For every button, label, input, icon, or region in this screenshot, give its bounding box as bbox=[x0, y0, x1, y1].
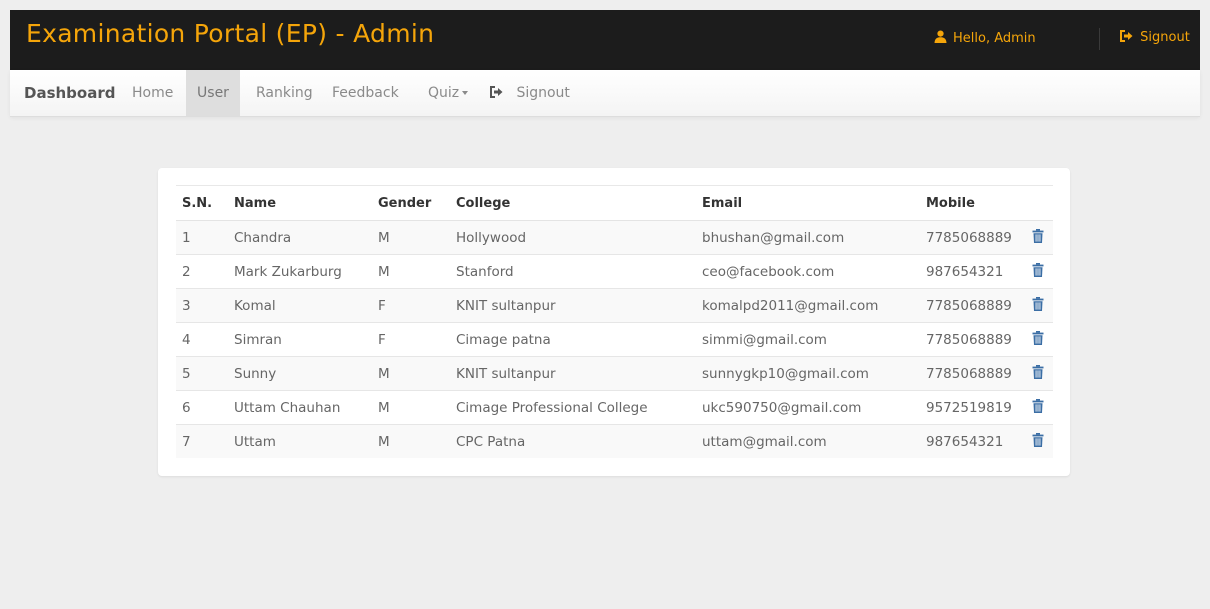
trash-icon[interactable] bbox=[1032, 229, 1044, 243]
header-divider bbox=[1099, 28, 1100, 50]
cell-college: Cimage Professional College bbox=[450, 390, 696, 425]
trash-icon[interactable] bbox=[1032, 297, 1044, 311]
cell-email: sunnygkp10@gmail.com bbox=[696, 356, 920, 391]
nav-signout[interactable]: Signout bbox=[490, 70, 570, 116]
trash-icon[interactable] bbox=[1032, 263, 1044, 277]
top-header: Examination Portal (EP) - Admin Hello, A… bbox=[10, 10, 1200, 70]
trash-icon[interactable] bbox=[1032, 433, 1044, 447]
header-signout-label: Signout bbox=[1140, 30, 1190, 45]
table-row: 2 Mark Zukarburg M Stanford ceo@facebook.com… bbox=[176, 254, 1053, 289]
cell-college: CPC Patna bbox=[450, 424, 696, 458]
table-row: 7 Uttam M CPC Patna uttam@gmail.com 987654321 bbox=[176, 424, 1053, 458]
table-row: 5 Sunny M KNIT sultanpur sunnygkp10@gmail.co… bbox=[176, 356, 1053, 391]
cell-email: uttam@gmail.com bbox=[696, 424, 920, 458]
trash-icon[interactable] bbox=[1032, 399, 1044, 413]
signout-icon bbox=[1120, 30, 1140, 45]
cell-name: Uttam Chauhan bbox=[228, 390, 372, 425]
cell-mobile: 987654321 bbox=[920, 254, 1026, 289]
header-signout-link[interactable]: Signout bbox=[1120, 30, 1190, 45]
cell-actions bbox=[1026, 254, 1053, 289]
cell-mobile: 7785068889 bbox=[920, 322, 1026, 357]
cell-name: Simran bbox=[228, 322, 372, 357]
trash-icon[interactable] bbox=[1032, 331, 1044, 345]
header-email: Email bbox=[696, 185, 920, 221]
cell-gender: F bbox=[372, 288, 450, 323]
header-name: Name bbox=[228, 185, 372, 221]
cell-name: Komal bbox=[228, 288, 372, 323]
cell-mobile: 9572519819 bbox=[920, 390, 1026, 425]
greeting-text: Hello, Admin bbox=[953, 31, 1036, 46]
cell-name: Mark Zukarburg bbox=[228, 254, 372, 289]
cell-sn: 6 bbox=[176, 390, 228, 425]
cell-email: bhushan@gmail.com bbox=[696, 220, 920, 255]
cell-email: ceo@facebook.com bbox=[696, 254, 920, 289]
header-gender: Gender bbox=[372, 185, 450, 221]
table-header-row: S.N. Name Gender College Email Mobile bbox=[176, 185, 1053, 221]
cell-sn: 2 bbox=[176, 254, 228, 289]
cell-actions bbox=[1026, 424, 1053, 458]
users-panel: S.N. Name Gender College Email Mobile 1C… bbox=[158, 168, 1070, 476]
header-sn: S.N. bbox=[176, 185, 228, 221]
cell-mobile: 7785068889 bbox=[920, 220, 1026, 255]
cell-actions bbox=[1026, 220, 1053, 255]
nav-quiz-dropdown[interactable]: Quiz bbox=[428, 70, 469, 116]
nav-dashboard[interactable]: Dashboard bbox=[24, 70, 115, 116]
cell-mobile: 987654321 bbox=[920, 424, 1026, 458]
header-college: College bbox=[450, 185, 696, 221]
cell-college: Stanford bbox=[450, 254, 696, 289]
main-navbar: Dashboard Home User Ranking Feedback Qui… bbox=[10, 70, 1200, 117]
cell-college: KNIT sultanpur bbox=[450, 356, 696, 391]
nav-quiz-label: Quiz bbox=[428, 85, 460, 101]
user-greeting[interactable]: Hello, Admin bbox=[934, 30, 1036, 46]
cell-actions bbox=[1026, 390, 1053, 425]
cell-sn: 3 bbox=[176, 288, 228, 323]
cell-sn: 5 bbox=[176, 356, 228, 391]
cell-mobile: 7785068889 bbox=[920, 288, 1026, 323]
cell-email: simmi@gmail.com bbox=[696, 322, 920, 357]
cell-email: komalpd2011@gmail.com bbox=[696, 288, 920, 323]
cell-actions bbox=[1026, 288, 1053, 323]
cell-college: Cimage patna bbox=[450, 322, 696, 357]
users-table: S.N. Name Gender College Email Mobile 1C… bbox=[176, 185, 1053, 458]
cell-sn: 7 bbox=[176, 424, 228, 458]
chevron-down-icon bbox=[462, 91, 469, 95]
cell-gender: M bbox=[372, 356, 450, 391]
trash-icon[interactable] bbox=[1032, 365, 1044, 379]
nav-signout-label: Signout bbox=[516, 85, 570, 101]
cell-college: Hollywood bbox=[450, 220, 696, 255]
cell-gender: M bbox=[372, 424, 450, 458]
cell-name: Chandra bbox=[228, 220, 372, 255]
table-row: 1 Chandra M Hollywood bhushan@gmail.com 77850… bbox=[176, 220, 1053, 255]
cell-college: KNIT sultanpur bbox=[450, 288, 696, 323]
header-actions bbox=[1026, 185, 1053, 221]
cell-gender: M bbox=[372, 220, 450, 255]
cell-name: Uttam bbox=[228, 424, 372, 458]
header-mobile: Mobile bbox=[920, 185, 1026, 221]
signout-icon bbox=[490, 85, 516, 101]
cell-name: Sunny bbox=[228, 356, 372, 391]
nav-user[interactable]: User bbox=[186, 70, 240, 116]
cell-gender: M bbox=[372, 254, 450, 289]
cell-actions bbox=[1026, 356, 1053, 391]
cell-actions bbox=[1026, 322, 1053, 357]
cell-sn: 1 bbox=[176, 220, 228, 255]
cell-sn: 4 bbox=[176, 322, 228, 357]
user-icon bbox=[934, 30, 947, 43]
cell-mobile: 7785068889 bbox=[920, 356, 1026, 391]
cell-email: ukc590750@gmail.com bbox=[696, 390, 920, 425]
cell-gender: F bbox=[372, 322, 450, 357]
nav-home[interactable]: Home bbox=[132, 70, 173, 116]
app-title: Examination Portal (EP) - Admin bbox=[26, 19, 435, 48]
table-row: 3 Komal F KNIT sultanpur komalpd2011@gmail.c… bbox=[176, 288, 1053, 323]
table-row: 4 Simran F Cimage patna simmi@gmail.com 77850… bbox=[176, 322, 1053, 357]
cell-gender: M bbox=[372, 390, 450, 425]
nav-ranking[interactable]: Ranking bbox=[256, 70, 313, 116]
nav-feedback[interactable]: Feedback bbox=[332, 70, 399, 116]
table-row: 6 Uttam Chauhan M Cimage Professional Colle… bbox=[176, 390, 1053, 425]
